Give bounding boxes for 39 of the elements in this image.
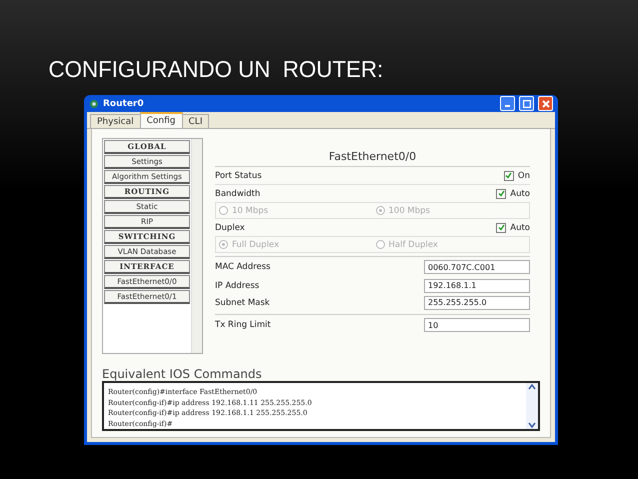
checkbox[interactable] bbox=[496, 222, 506, 232]
input-field[interactable]: 10 bbox=[424, 318, 530, 332]
field-label: MAC Address bbox=[215, 262, 270, 272]
checkbox[interactable] bbox=[496, 188, 506, 198]
scrollbar[interactable] bbox=[526, 383, 538, 429]
radio-label: 100 Mbps bbox=[388, 206, 430, 216]
checkbox-label: On bbox=[518, 170, 530, 180]
setting-label: Duplex bbox=[215, 222, 245, 232]
router-icon bbox=[89, 98, 99, 108]
scrollbar[interactable] bbox=[191, 139, 202, 353]
setting-label: Bandwidth bbox=[215, 188, 260, 198]
field-label: IP Address bbox=[215, 280, 260, 290]
maximize-icon bbox=[522, 100, 530, 108]
radio-label: Half Duplex bbox=[388, 240, 438, 250]
slide-title: CONFIGURANDO UN ROUTER: bbox=[48, 55, 384, 81]
check-icon bbox=[498, 224, 505, 231]
maximize-button[interactable] bbox=[519, 96, 534, 111]
radio-label: 10 Mbps bbox=[232, 206, 268, 216]
tab[interactable]: Config bbox=[140, 112, 183, 128]
close-button[interactable] bbox=[538, 96, 553, 111]
checkbox-label: Auto bbox=[510, 188, 530, 198]
checkbox[interactable] bbox=[504, 170, 514, 180]
tab[interactable]: Physical bbox=[90, 114, 141, 128]
input-field[interactable]: 0060.707C.C001 bbox=[424, 260, 530, 274]
input-field[interactable]: 255.255.255.0 bbox=[424, 296, 530, 310]
minimize-button[interactable] bbox=[500, 96, 515, 111]
field-label: Tx Ring Limit bbox=[215, 320, 271, 330]
field-label: Subnet Mask bbox=[215, 298, 270, 308]
close-icon bbox=[542, 100, 550, 108]
setting-label: Port Status bbox=[215, 170, 262, 180]
check-icon bbox=[505, 172, 512, 179]
window-title: Router0 bbox=[103, 98, 145, 108]
check-icon bbox=[498, 190, 505, 197]
tab[interactable]: CLI bbox=[182, 114, 210, 128]
checkbox-label: Auto bbox=[510, 222, 530, 232]
section-title: Equivalent IOS Commands bbox=[102, 368, 263, 381]
input-field[interactable]: 192.168.1.1 bbox=[424, 278, 530, 292]
interface-title: FastEthernet0/0 bbox=[215, 138, 530, 167]
radio-label: Full Duplex bbox=[232, 240, 280, 250]
